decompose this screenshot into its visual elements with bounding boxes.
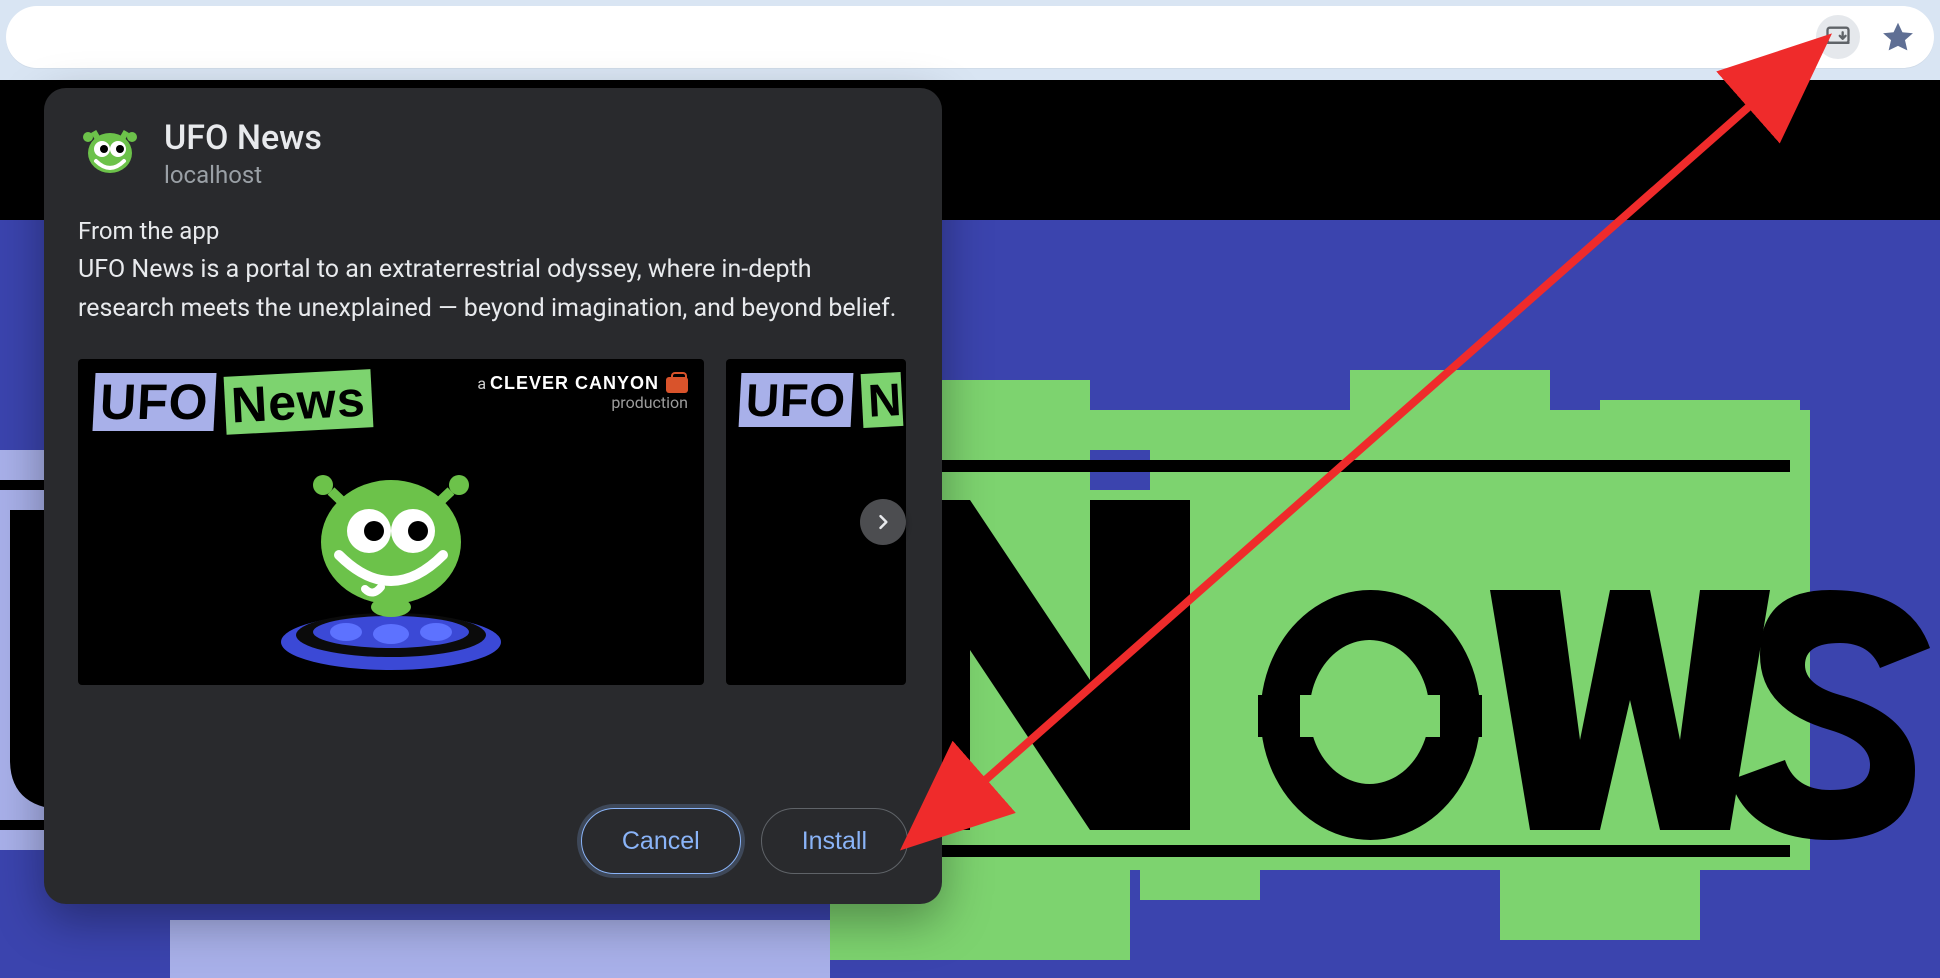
cancel-button[interactable]: Cancel: [581, 808, 741, 874]
install-button-label: Install: [802, 827, 867, 856]
carousel-next-button[interactable]: [860, 499, 906, 545]
screenshot-carousel: UFO News a CLEVER CANYON production: [78, 359, 908, 685]
dialog-header: UFO News localhost: [78, 120, 908, 189]
suitcase-icon: [666, 377, 688, 393]
app-icon: [78, 123, 142, 187]
alien-icon: [78, 123, 142, 187]
screenshot-primary[interactable]: UFO News a CLEVER CANYON production: [78, 359, 704, 685]
screenshot-secondary-wrap: UFO N: [726, 359, 906, 685]
app-root: UFO News localhost From the app UFO News…: [0, 0, 1940, 978]
screenshot-credit: a CLEVER CANYON production: [477, 373, 688, 412]
dialog-description: UFO News is a portal to an extraterrestr…: [78, 251, 898, 329]
bookmark-button[interactable]: [1880, 19, 1916, 55]
screenshot-peek-ufo: UFO: [739, 373, 854, 427]
chevron-right-icon: [873, 512, 893, 532]
dialog-footer: Cancel Install: [78, 788, 908, 874]
cancel-button-label: Cancel: [622, 827, 700, 856]
install-pwa-button[interactable]: [1816, 15, 1860, 59]
credit-prefix: a: [477, 374, 486, 393]
install-pwa-icon: [1824, 23, 1852, 51]
credit-brand: CLEVER CANYON: [490, 373, 659, 393]
screenshot-alien-illustration: [261, 447, 521, 677]
screenshot-news-word: News: [223, 369, 372, 435]
bookmark-star-icon: [1880, 19, 1916, 55]
screenshot-logo: UFO News: [94, 373, 371, 431]
dialog-title: UFO News: [164, 120, 322, 157]
address-bar: [6, 6, 1934, 68]
install-dialog: UFO News localhost From the app UFO News…: [44, 88, 942, 904]
screenshot-ufo-word: UFO: [92, 373, 216, 431]
dialog-title-block: UFO News localhost: [164, 120, 322, 189]
screenshot-peek-logo: UFO N: [740, 373, 902, 427]
credit-suffix: production: [611, 393, 688, 412]
dialog-section-label: From the app: [78, 217, 908, 245]
install-button[interactable]: Install: [761, 808, 908, 874]
screenshot-peek-n: N: [861, 372, 904, 428]
dialog-origin: localhost: [164, 161, 322, 189]
